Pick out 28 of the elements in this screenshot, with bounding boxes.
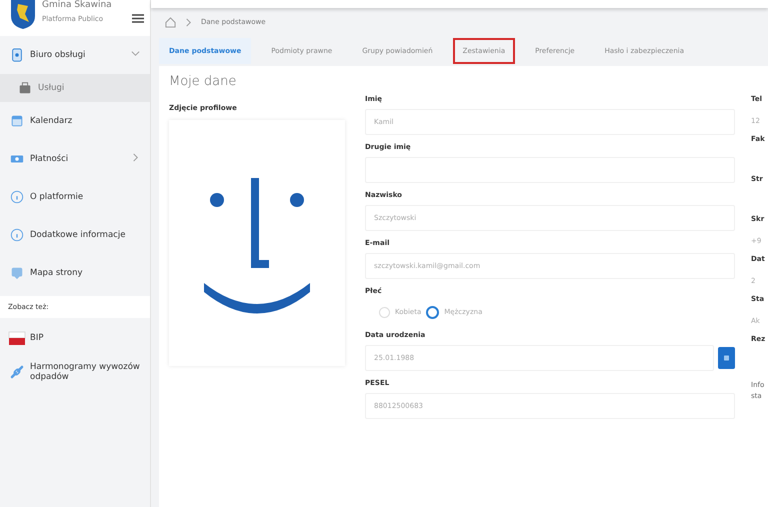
link-icon	[8, 364, 26, 380]
home-icon[interactable]	[165, 16, 176, 28]
chevron-down-icon	[131, 49, 140, 58]
sidebar-item[interactable]: Mapa strony	[0, 254, 150, 292]
chevron-right-icon	[131, 153, 140, 162]
sidebar-item[interactable]: Biuro obsługi	[0, 36, 150, 74]
sidebar-link[interactable]: BIP	[0, 322, 150, 354]
sidebar-item[interactable]: Płatności	[0, 140, 150, 178]
sidebar-item[interactable]: Kalendarz	[0, 102, 150, 140]
document-icon	[10, 48, 24, 62]
organization-name: Gmina Skawina	[42, 0, 113, 10]
sidebar-item[interactable]: O platformie	[0, 178, 150, 216]
map-icon	[10, 266, 24, 280]
calendar-icon	[10, 114, 24, 128]
flag-icon	[8, 330, 26, 346]
sidebar-item[interactable]: Dodatkowe informacje	[0, 216, 150, 254]
menu-icon[interactable]	[132, 14, 144, 23]
calendar-icon	[724, 354, 729, 362]
sidebar-subitem[interactable]: Usługi	[0, 74, 150, 102]
info-icon	[10, 228, 24, 242]
info-icon	[10, 190, 24, 204]
page-title: Moje dane	[169, 74, 238, 89]
radio-button[interactable]	[426, 306, 440, 318]
chevron-right-icon	[184, 18, 193, 26]
coat-of-arms-icon	[10, 0, 36, 30]
briefcase-icon	[18, 81, 32, 95]
calendar-button[interactable]	[718, 347, 735, 369]
sidebar-link[interactable]: Harmonogramy wywozów odpadów	[0, 354, 150, 390]
